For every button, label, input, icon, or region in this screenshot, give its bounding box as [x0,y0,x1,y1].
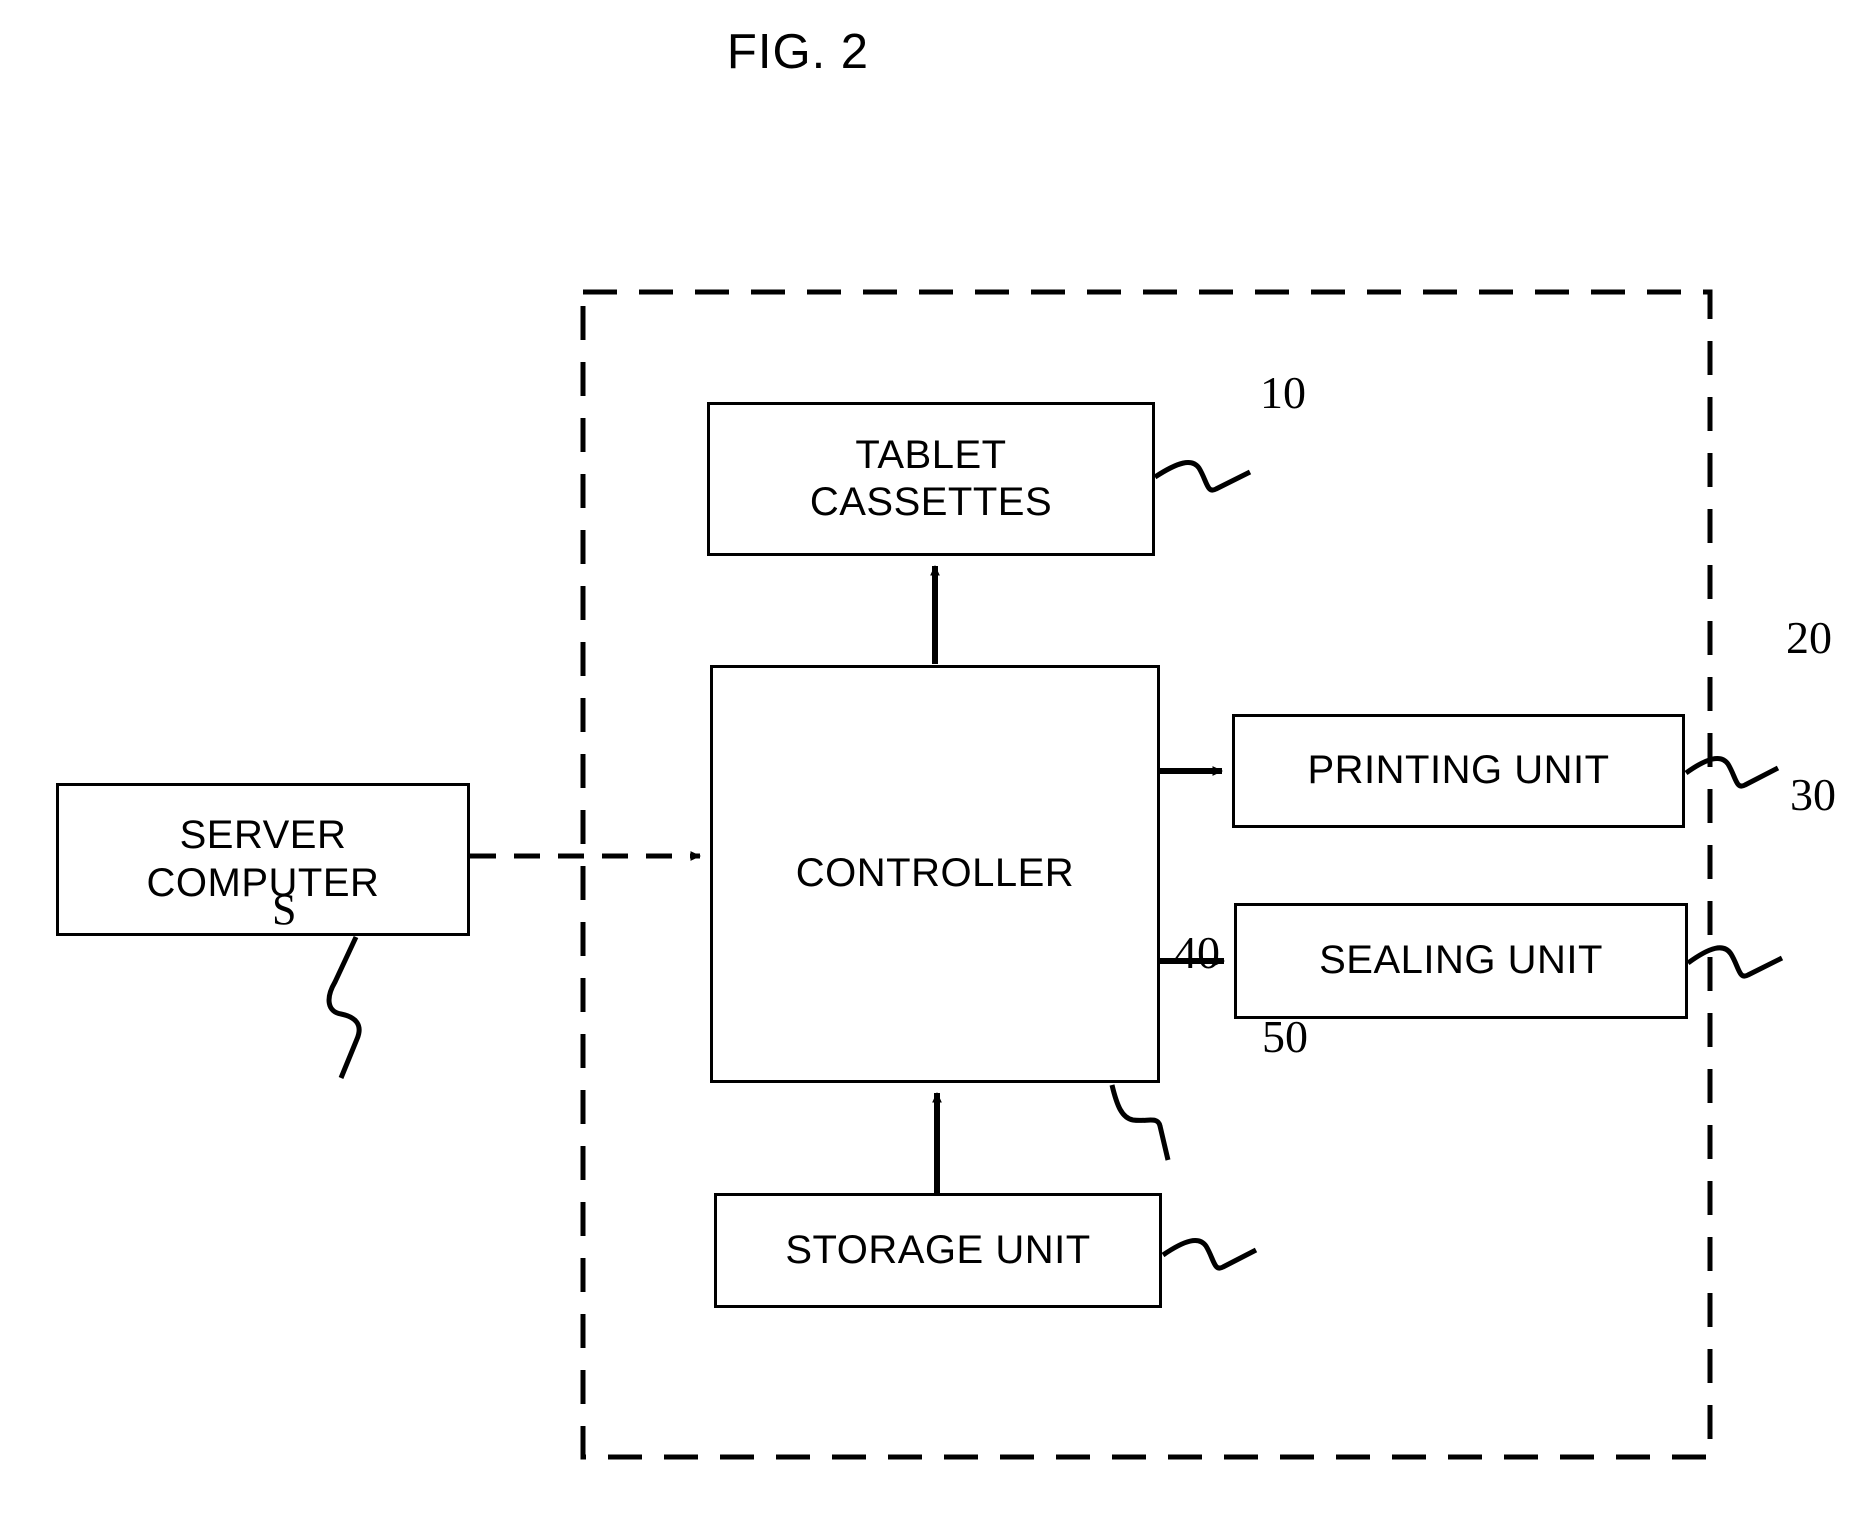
leader-line-10 [1153,460,1252,493]
reference-numeral-tablet-cassettes: 10 [1260,367,1306,418]
reference-numeral-controller: 40 [1174,927,1220,978]
block-controller: CONTROLLER [710,665,1160,1083]
reference-numeral-sealing-unit: 30 [1790,769,1836,820]
leader-line-S [326,935,362,1079]
reference-numeral-storage-unit: 50 [1262,1011,1308,1062]
leader-line-40 [1109,1084,1171,1161]
block-storage-unit: STORAGE UNIT [714,1193,1162,1308]
reference-numeral-printing-unit: 20 [1786,612,1832,663]
block-sealing-unit: SEALING UNIT [1234,903,1688,1019]
figure-title: FIG. 2 [726,25,870,79]
leader-line-50 [1161,1238,1258,1271]
block-server-computer: SERVER COMPUTER [56,783,470,936]
block-printing-unit: PRINTING UNIT [1232,714,1685,828]
figure-root: FIG. 2 TABLET CASSETTES CONTROLLER SERVE… [0,0,1872,1533]
leader-line-30 [1686,945,1784,979]
leader-line-20 [1684,756,1780,789]
reference-numeral-server-computer: S [272,885,297,934]
block-tablet-cassettes: TABLET CASSETTES [707,402,1155,556]
